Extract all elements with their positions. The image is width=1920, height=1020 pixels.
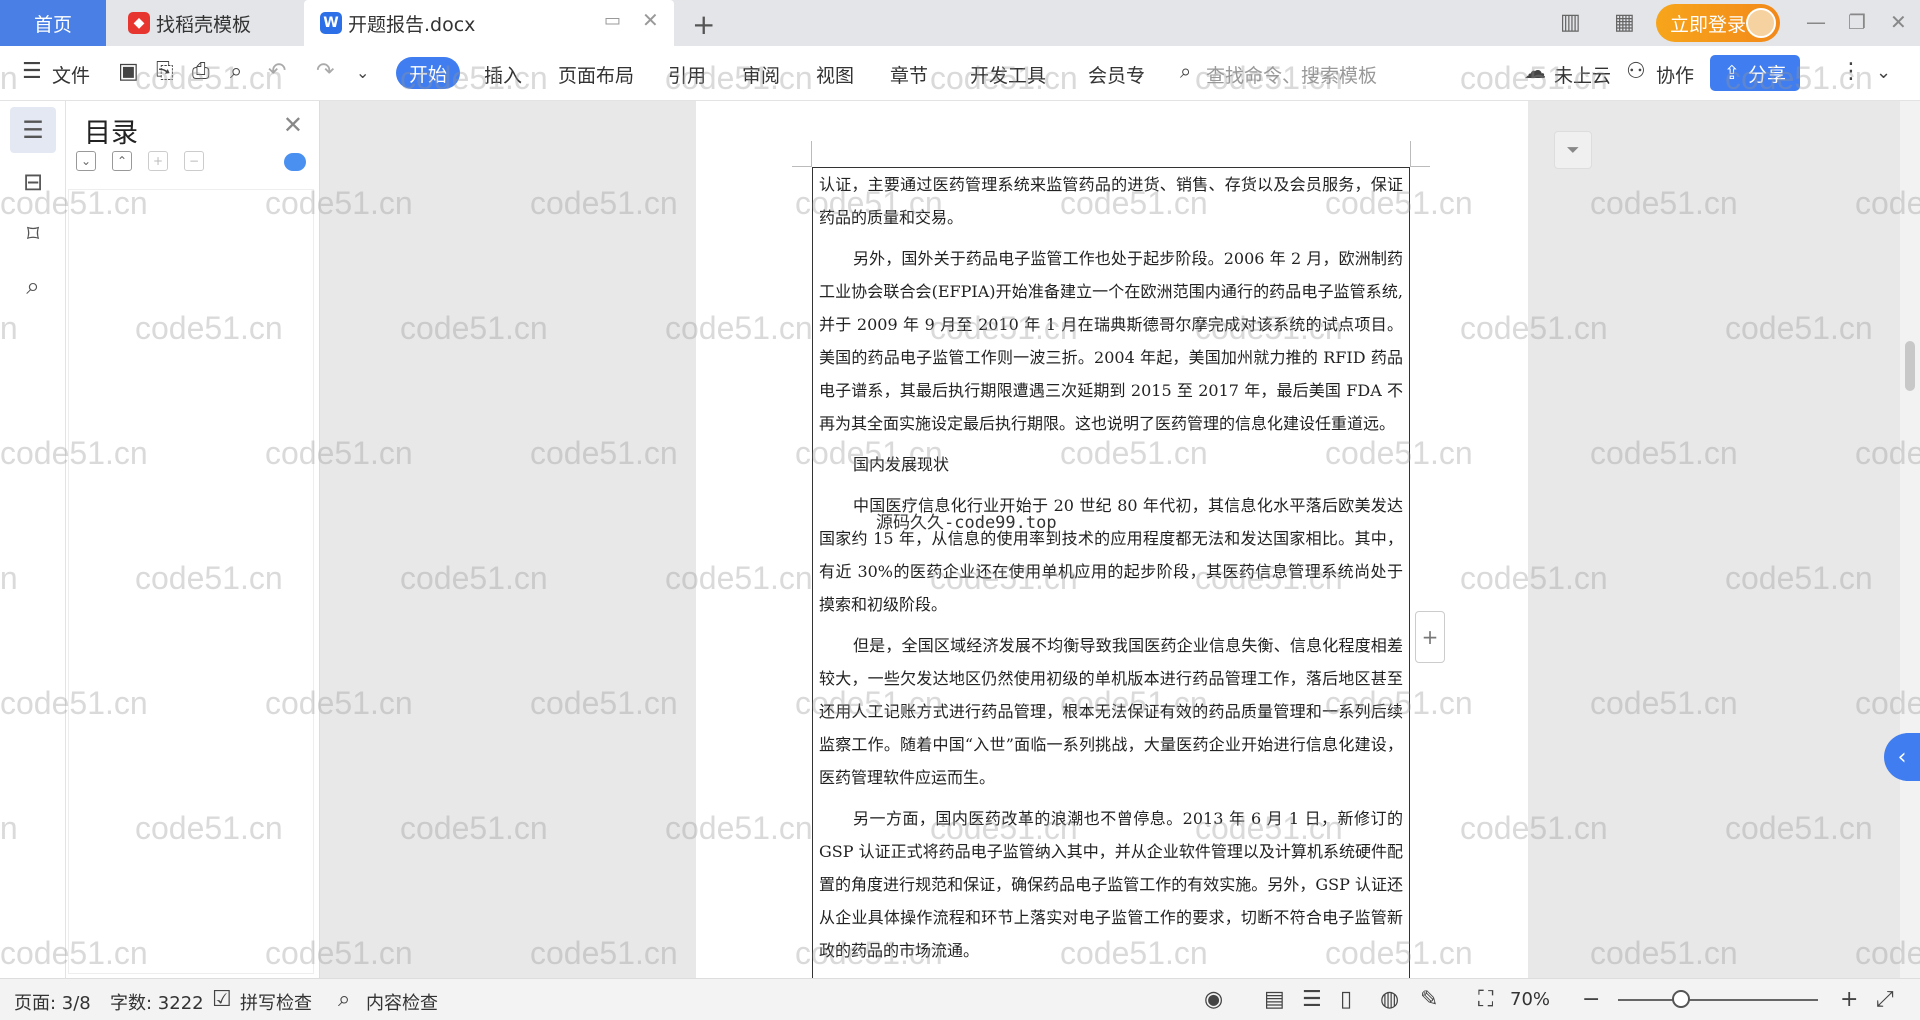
print-icon[interactable]: ⎙: [192, 59, 210, 84]
toc-title: 目录: [84, 118, 138, 149]
new-tab-icon[interactable]: +: [692, 8, 715, 41]
outline-view-icon[interactable]: ☰: [1302, 987, 1322, 1012]
zoom-in-icon[interactable]: +: [1840, 987, 1858, 1012]
expand-all-icon[interactable]: ⌄: [76, 151, 96, 171]
tab-document[interactable]: W 开题报告.docx ▭ ✕: [304, 0, 674, 46]
remove-level-icon[interactable]: −: [184, 151, 204, 171]
paragraph: 认证，主要通过医药管理系统来监管药品的进货、销售、存货以及会员服务，保证药品的质…: [819, 175, 1403, 227]
add-block-button[interactable]: +: [1415, 611, 1445, 663]
tab-review[interactable]: 审阅: [742, 61, 780, 88]
write-mode-icon[interactable]: ✎: [1420, 987, 1438, 1012]
tab-start[interactable]: 开始: [396, 57, 460, 89]
page-view-icon[interactable]: ▤: [1264, 987, 1285, 1012]
share-icon: ⇪: [1724, 62, 1740, 84]
save-icon[interactable]: ▣: [118, 59, 139, 84]
tab-page-layout[interactable]: 页面布局: [558, 61, 634, 88]
toc-panel: 目录 ✕ ⌄ ⌃ + −: [66, 101, 320, 978]
web-view-icon[interactable]: ◍: [1380, 987, 1399, 1012]
paragraph: 另一方面，国内医药改革的浪潮也不曾停息。2013 年 6 月 1 日，新修订的 …: [819, 809, 1403, 960]
crop-mark: [1410, 141, 1430, 167]
overlay-watermark-text: 源码久久-code99.top: [876, 513, 1057, 533]
toc-list: [68, 189, 314, 974]
close-icon[interactable]: ✕: [283, 111, 303, 139]
status-bar: 页面: 3/8 字数: 3222 ☑ 拼写检查 ⌕ 内容检查 ◉ ▤ ☰ ▯ ◍…: [0, 978, 1920, 1020]
document-page: 认证，主要通过医药管理系统来监管药品的进货、销售、存货以及会员服务，保证药品的质…: [696, 101, 1528, 978]
left-rail: ☰ ⊟ ⌑ ⌕: [0, 101, 66, 978]
fit-page-icon[interactable]: ⛶: [1478, 987, 1493, 1012]
avatar: [1746, 8, 1776, 38]
tab-templates-label: 找稻壳模板: [156, 13, 252, 36]
apps-grid-icon[interactable]: ▦: [1614, 10, 1635, 35]
chevron-down-icon[interactable]: ⌄: [356, 63, 369, 82]
zoom-slider-knob[interactable]: [1672, 990, 1690, 1008]
collapse-all-icon[interactable]: ⌃: [112, 151, 132, 171]
menu-icon[interactable]: ☰: [22, 59, 42, 84]
share-label: 分享: [1747, 63, 1786, 86]
zoom-slider[interactable]: [1618, 999, 1818, 1001]
tab-home[interactable]: 首页: [0, 0, 106, 46]
tab-references[interactable]: 引用: [668, 61, 706, 88]
word-count[interactable]: 字数: 3222: [110, 989, 204, 1015]
cloud-status[interactable]: 未上云: [1554, 61, 1611, 88]
more-icon[interactable]: ⋮: [1840, 59, 1862, 84]
collab-icon: ⚇: [1626, 59, 1646, 84]
tab-templates[interactable]: ◆ 找稻壳模板: [110, 0, 300, 46]
share-button[interactable]: ⇪ 分享: [1710, 55, 1800, 91]
close-tab-icon[interactable]: ✕: [642, 8, 659, 32]
navigation-icon[interactable]: ⊟: [10, 159, 56, 205]
filter-icon[interactable]: ⏷: [1554, 131, 1592, 169]
paragraph: 但是，全国区域经济发展不均衡导致我国医药企业信息失衡、信息化程度相差较大，一些欠…: [819, 636, 1403, 787]
tab-member[interactable]: 会员专: [1088, 61, 1145, 88]
collapse-ribbon-icon[interactable]: ⌄: [1876, 62, 1891, 83]
collab-button[interactable]: 协作: [1656, 61, 1694, 88]
undo-icon[interactable]: ↶: [268, 59, 286, 84]
text-body[interactable]: 认证，主要通过医药管理系统来监管药品的进货、销售、存货以及会员服务，保证药品的质…: [812, 167, 1410, 978]
wps-writer-icon: W: [320, 12, 342, 34]
spellcheck-icon: ☑: [212, 987, 232, 1012]
cloud-icon: ☁: [1524, 59, 1546, 84]
tab-chapter[interactable]: 章节: [890, 61, 928, 88]
file-menu[interactable]: 文件: [52, 61, 90, 88]
zoom-out-icon[interactable]: −: [1582, 987, 1600, 1012]
chevron-right-icon[interactable]: ›: [1138, 63, 1144, 82]
ai-assistant-icon[interactable]: [284, 153, 306, 171]
vertical-scrollbar[interactable]: [1900, 101, 1920, 978]
tab-bar: 首页 ◆ 找稻壳模板 W 开题报告.docx ▭ ✕ + ▥ ▦ 立即登录 — …: [0, 0, 1920, 46]
tab-view[interactable]: 视图: [816, 61, 854, 88]
login-label: 立即登录: [1670, 13, 1747, 36]
search-icon: ⌕: [1180, 59, 1192, 83]
paragraph: 另外，国外关于药品电子监管工作也处于起步阶段。2006 年 2 月，欧洲制药工业…: [819, 249, 1403, 433]
spellcheck-button[interactable]: 拼写检查: [240, 989, 312, 1015]
scrollbar-thumb[interactable]: [1905, 341, 1915, 391]
tab-developer[interactable]: 开发工具: [970, 61, 1046, 88]
tab-insert[interactable]: 插入: [484, 61, 522, 88]
bookmark-icon[interactable]: ⌑: [10, 211, 56, 257]
section-heading: 国内发展现状: [853, 455, 950, 474]
window-icon[interactable]: ▭: [604, 10, 621, 31]
search-input[interactable]: 查找命令、搜索模板: [1206, 61, 1377, 88]
zoom-level[interactable]: 70%: [1510, 989, 1550, 1010]
tab-document-label: 开题报告.docx: [348, 13, 476, 36]
content-check-icon: ⌕: [338, 987, 351, 1012]
layout-icon[interactable]: ▥: [1560, 10, 1581, 35]
find-icon[interactable]: ⌕: [10, 263, 56, 309]
redo-icon[interactable]: ↷: [316, 59, 334, 84]
document-canvas: 认证，主要通过医药管理系统来监管药品的进货、销售、存货以及会员服务，保证药品的质…: [320, 101, 1900, 978]
content-check-button[interactable]: 内容检查: [366, 989, 438, 1015]
eye-protection-icon[interactable]: ◉: [1204, 987, 1223, 1012]
restore-icon[interactable]: ❐: [1848, 10, 1866, 34]
fullscreen-icon[interactable]: ⤢: [1876, 987, 1894, 1012]
print-preview-icon[interactable]: ⌕: [230, 59, 242, 84]
ribbon: ☰ 文件 ▣ ⎘ ⎙ ⌕ ↶ ↷ ⌄ 开始 插入 页面布局 引用 审阅 视图 章…: [0, 46, 1920, 101]
toc-icon[interactable]: ☰: [10, 107, 56, 153]
minimize-icon[interactable]: —: [1806, 10, 1826, 34]
read-mode-icon[interactable]: ▯: [1340, 987, 1352, 1012]
close-window-icon[interactable]: ✕: [1890, 10, 1907, 34]
export-icon[interactable]: ⎘: [156, 59, 174, 84]
crop-mark: [792, 141, 812, 167]
login-button[interactable]: 立即登录: [1656, 4, 1780, 42]
page-indicator[interactable]: 页面: 3/8: [14, 989, 91, 1015]
add-level-icon[interactable]: +: [148, 151, 168, 171]
docer-logo-icon: ◆: [128, 12, 150, 34]
